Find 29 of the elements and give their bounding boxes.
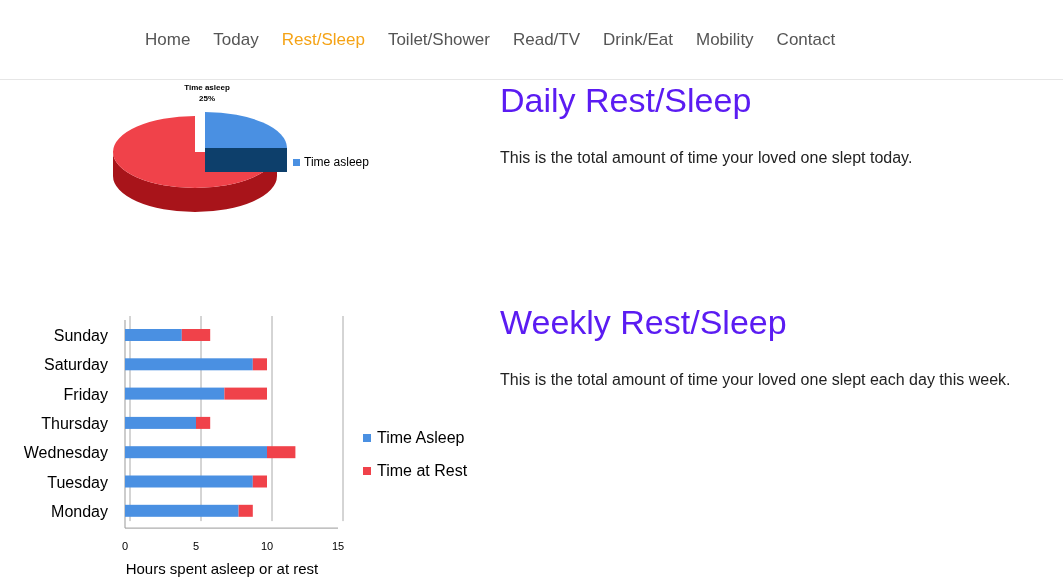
- tick-label: 15: [331, 540, 345, 553]
- data-label: Time asleep: [184, 83, 230, 92]
- axis-title: Hours spent asleep or at rest: [125, 560, 319, 577]
- nav-link[interactable]: Home: [145, 26, 191, 53]
- tick-label: 10: [260, 540, 274, 553]
- nav-link[interactable]: Read/TV: [512, 26, 581, 53]
- section-heading: Weekly Rest/Sleep: [500, 302, 788, 342]
- axis-label: Thursday: [41, 414, 108, 432]
- legend-swatch: [293, 159, 300, 166]
- axis-label: Wednesday: [23, 444, 108, 462]
- axis-label: Monday: [51, 502, 108, 520]
- nav-link[interactable]: Toilet/Shower: [387, 26, 490, 53]
- legend-label: Time at Rest: [377, 462, 468, 479]
- section-text: This is the total amount of time your loved one slept each day this week.: [500, 370, 1011, 390]
- axis-label: Saturday: [43, 356, 108, 374]
- nav-link[interactable]: Drink/Eat: [603, 26, 673, 53]
- nav-link[interactable]: Mobility: [696, 26, 754, 53]
- section-heading: Daily Rest/Sleep: [500, 80, 753, 120]
- axis-label: Sunday: [53, 327, 108, 344]
- section-text: This is the total amount of time your loved one slept today.: [500, 148, 913, 168]
- axis-label: Tuesday: [47, 473, 108, 491]
- tick-label: 0: [121, 540, 129, 553]
- legend-label: Time Asleep: [377, 429, 465, 446]
- tick-label: 5: [192, 540, 200, 553]
- legend-label: Time asleep: [304, 155, 369, 169]
- axis-label: Friday: [63, 385, 108, 403]
- nav-link[interactable]: Today: [213, 26, 259, 53]
- data-label: 25%: [199, 94, 215, 103]
- nav-link[interactable]: Contact: [776, 26, 836, 53]
